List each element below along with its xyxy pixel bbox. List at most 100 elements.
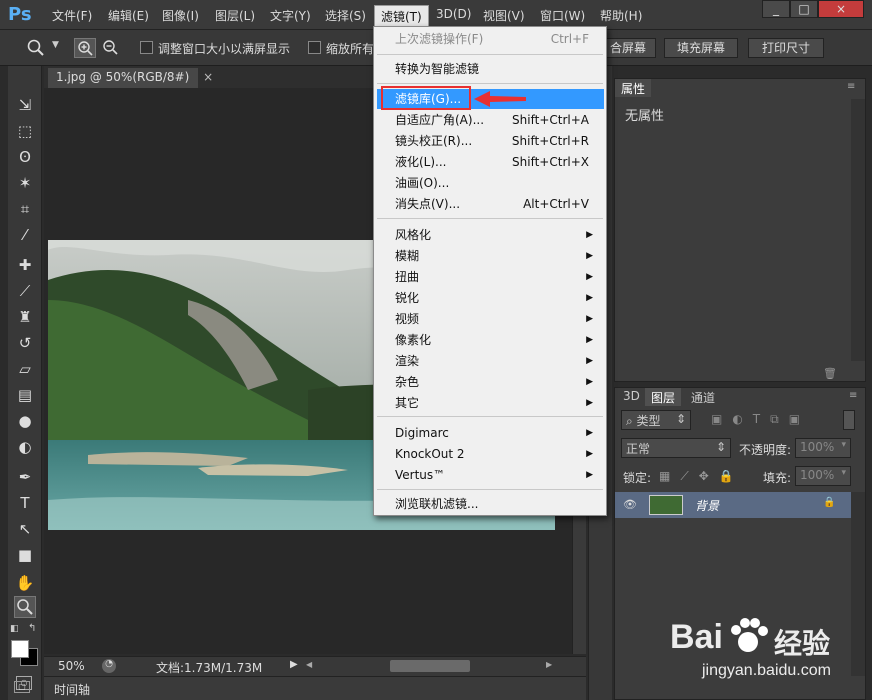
scroll-right-icon[interactable]: ▶ [546,660,552,669]
tab-properties[interactable]: 属性 [615,79,652,97]
status-menu-arrow-icon[interactable]: ▶ [290,659,298,670]
menu-item-sharpen[interactable]: 锐化 ▶ [395,288,601,308]
delete-icon[interactable]: 🗑 [823,367,837,380]
resize-windows-checkbox[interactable] [140,41,153,54]
submenu-arrow-icon: ▶ [586,377,593,387]
layers-menu-icon[interactable]: ≡ [849,390,857,401]
panel-menu-icon[interactable]: ≡ [847,81,855,92]
menu-item-lens-correction[interactable]: 镜头校正(R)... Shift+Ctrl+R [395,131,601,151]
layer-name[interactable]: 背景 [695,497,719,514]
menu-item-last-filter[interactable]: 上次滤镜操作(F) Ctrl+F [395,29,601,49]
clone-stamp-tool-icon[interactable]: ♜ [14,306,36,328]
zoom-in-button[interactable] [74,38,96,58]
watermark-brand2: 经验 [774,627,831,660]
menu-item-oil-paint[interactable]: 油画(O)... [395,173,601,193]
document-tab[interactable]: 1.jpg @ 50%(RGB/8#) × [48,68,213,88]
magic-wand-tool-icon[interactable]: ✶ [14,172,36,194]
menu-item-vanishing-point[interactable]: 消失点(V)... Alt+Ctrl+V [395,194,601,214]
menu-item-blur[interactable]: 模糊 ▶ [395,246,601,266]
menu-item-stylize[interactable]: 风格化 ▶ [395,225,601,245]
properties-scrollbar[interactable] [851,99,865,361]
menu-file[interactable]: 文件(F) [52,7,92,24]
foreground-color-swatch[interactable] [11,640,29,658]
swap-colors-icon[interactable]: ↰ [28,623,36,634]
menu-item-adaptive-wide-angle[interactable]: 自适应广角(A)... Shift+Ctrl+A [395,110,601,130]
menu-view[interactable]: 视图(V) [483,7,525,24]
maximize-button[interactable]: □ [790,0,818,18]
menu-item-vertus[interactable]: Vertus™ ▶ [395,465,601,485]
marquee-tool-icon[interactable]: ⬚ [14,120,36,142]
document-info[interactable]: 文档:1.73M/1.73M [156,659,262,676]
close-button[interactable]: × [818,0,864,18]
pen-tool-icon[interactable]: ✒ [14,466,36,488]
gradient-tool-icon[interactable]: ▤ [14,384,36,406]
eyedropper-tool-icon[interactable]: ⁄ [14,224,36,246]
default-colors-icon[interactable]: ◧ [10,624,19,634]
menu-type[interactable]: 文字(Y) [270,7,311,24]
menu-item-liquify[interactable]: 液化(L)... Shift+Ctrl+X [395,152,601,172]
menu-layer[interactable]: 图层(L) [215,7,255,24]
menu-item-digimarc[interactable]: Digimarc ▶ [395,423,601,443]
menu-item-render[interactable]: 渲染 ▶ [395,351,601,371]
layer-filter-icons[interactable]: ▣◐T⧉▣ [711,412,810,427]
menu-item-browse-online-filters[interactable]: 浏览联机滤镜... [395,494,601,514]
menu-edit[interactable]: 编辑(E) [108,7,149,24]
blur-tool-icon[interactable]: ● [14,410,36,432]
healing-brush-tool-icon[interactable]: ✚ [14,254,36,276]
eraser-tool-icon[interactable]: ▱ [14,358,36,380]
close-tab-icon[interactable]: × [203,70,213,84]
eye-visibility-icon[interactable]: 👁 [623,498,637,511]
menu-item-distort[interactable]: 扭曲 ▶ [395,267,601,287]
rectangle-tool-icon[interactable]: ■ [14,544,36,566]
menu-filter[interactable]: 滤镜(T) [374,5,429,28]
blend-mode-dropdown[interactable]: 正常 ⇕ [621,438,731,458]
menu-item-convert-smart-filter[interactable]: 转换为智能滤镜 [395,59,601,79]
fill-screen-button[interactable]: 填充屏幕 [664,38,738,58]
print-size-button[interactable]: 打印尺寸 [748,38,824,58]
move-tool-icon[interactable]: ⇲ [14,94,36,116]
tab-channels[interactable]: 通道 [685,388,721,406]
tab-3d[interactable]: 3D [617,388,646,406]
minimize-button[interactable]: _ [762,0,790,18]
menu-item-other[interactable]: 其它 ▶ [395,393,601,413]
history-brush-tool-icon[interactable]: ↺ [14,332,36,354]
chevron-updown-icon: ⇕ [715,440,726,454]
timeline-label[interactable]: 时间轴 [54,681,90,698]
timeline-icon[interactable]: ▢ [14,681,30,693]
layer-row-background[interactable]: 👁 背景 🔒 [615,492,851,518]
path-selection-tool-icon[interactable]: ↖ [14,518,36,540]
dodge-tool-icon[interactable]: ◐ [14,436,36,458]
layer-filter-dropdown[interactable]: ⌕ 类型 ⇕ [621,410,691,430]
horizontal-scroll-thumb[interactable] [390,660,470,672]
type-tool-icon[interactable]: T [14,492,36,514]
hand-tool-icon[interactable]: ✋ [14,572,36,594]
submenu-arrow-icon: ▶ [586,356,593,366]
tool-preset-dropdown-icon[interactable]: ▼ [52,40,59,50]
tab-layers[interactable]: 图层 [645,388,682,406]
zoom-tool-button[interactable] [14,596,36,618]
menu-separator [377,83,603,84]
zoom-out-button[interactable] [100,38,122,58]
opacity-field[interactable]: 100% ▾ [795,438,851,458]
lock-icons[interactable]: ▦⟋✥🔒 [659,469,744,484]
zoom-in-icon [78,41,93,56]
fit-screen-button[interactable]: 合屏幕 [600,38,656,58]
menu-item-video[interactable]: 视频 ▶ [395,309,601,329]
share-icon[interactable]: ◔ [102,659,116,673]
scroll-left-icon[interactable]: ◀ [306,660,312,669]
filter-toggle[interactable] [843,410,855,430]
menu-item-noise[interactable]: 杂色 ▶ [395,372,601,392]
menu-item-pixelate[interactable]: 像素化 ▶ [395,330,601,350]
crop-tool-icon[interactable]: ⌗ [14,198,36,220]
zoom-level[interactable]: 50% [58,659,85,673]
menu-select[interactable]: 选择(S) [325,7,366,24]
zoom-all-checkbox[interactable] [308,41,321,54]
menu-item-knockout[interactable]: KnockOut 2 ▶ [395,444,601,464]
menu-window[interactable]: 窗口(W) [540,7,585,24]
brush-tool-icon[interactable]: ⟋ [14,280,36,302]
fill-field[interactable]: 100% ▾ [795,466,851,486]
menu-help[interactable]: 帮助(H) [600,7,642,24]
lasso-tool-icon[interactable]: ʘ [14,146,36,168]
menu-image[interactable]: 图像(I) [162,7,199,24]
menu-3d[interactable]: 3D(D) [436,7,471,21]
